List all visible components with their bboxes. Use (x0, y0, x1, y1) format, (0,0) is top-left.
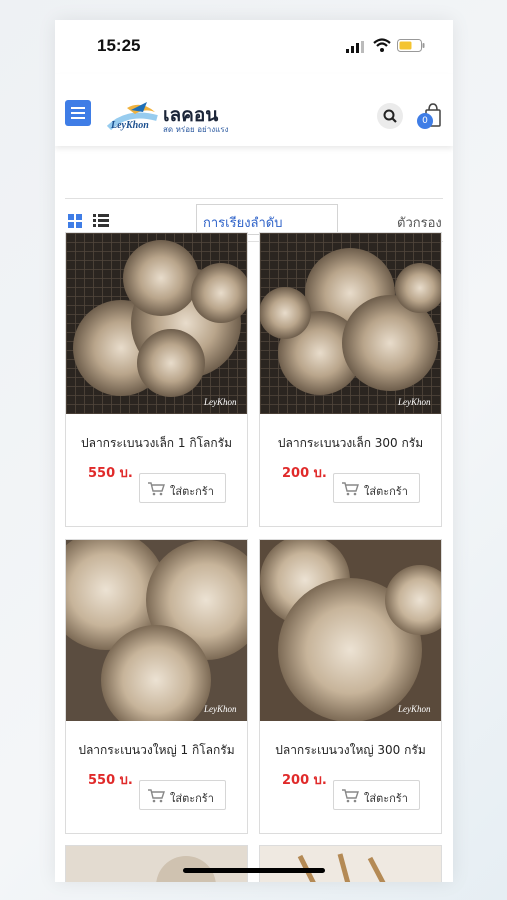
svg-text:LeyKhon: LeyKhon (397, 397, 431, 407)
filter-link[interactable]: ตัวกรอง (397, 212, 442, 233)
product-image[interactable] (66, 846, 247, 882)
product-price: 550 บ. (88, 466, 133, 481)
cart-count-badge[interactable]: 0 (417, 113, 433, 129)
wifi-icon (373, 38, 391, 52)
product-price: 200 บ. (282, 466, 327, 481)
product-card[interactable]: LeyKhon ปลากระเบนวงใหญ่ 1 กิโลกรัม 550 บ… (65, 539, 248, 834)
list-view-icon[interactable] (93, 213, 109, 227)
add-to-cart-button[interactable]: ใส่ตะกร้า (139, 473, 226, 503)
menu-button[interactable] (65, 100, 91, 126)
add-to-cart-button[interactable]: ใส่ตะกร้า (333, 473, 420, 503)
cart-icon (342, 789, 359, 803)
phone-screen: 15:25 LeyKhon เลคอน สด หร่อย อย่างแรง 0 … (55, 20, 453, 882)
status-time: 15:25 (97, 36, 141, 55)
product-image[interactable]: LeyKhon (66, 540, 247, 721)
product-card[interactable]: LeyKhon ปลากระเบนวงเล็ก 300 กรัม 200 บ. … (259, 232, 442, 527)
product-card[interactable]: LeyKhon ปลากระเบนวงเล็ก 1 กิโลกรัม 550 บ… (65, 232, 248, 527)
cart-icon (148, 789, 165, 803)
product-image[interactable] (260, 846, 441, 882)
product-name[interactable]: ปลากระเบนวงใหญ่ 1 กิโลกรัม (66, 741, 247, 760)
product-card[interactable] (259, 845, 442, 882)
grid-view-icon[interactable] (68, 214, 82, 228)
brand-tagline: สด หร่อย อย่างแรง (163, 125, 229, 134)
product-card[interactable] (65, 845, 248, 882)
add-to-cart-label: ใส่ตะกร้า (170, 485, 214, 498)
cellular-signal-icon (346, 41, 364, 53)
product-name[interactable]: ปลากระเบนวงเล็ก 1 กิโลกรัม (66, 434, 247, 453)
battery-icon (397, 39, 425, 52)
logo-text: LeyKhon (110, 120, 149, 131)
svg-text:LeyKhon: LeyKhon (203, 397, 237, 407)
product-image[interactable]: LeyKhon (260, 233, 441, 414)
search-icon (383, 109, 397, 123)
product-name[interactable]: ปลากระเบนวงเล็ก 300 กรัม (260, 434, 441, 453)
add-to-cart-button[interactable]: ใส่ตะกร้า (333, 780, 420, 810)
product-name[interactable]: ปลากระเบนวงใหญ่ 300 กรัม (260, 741, 441, 760)
status-bar: 15:25 (55, 20, 453, 70)
cart-icon (342, 482, 359, 496)
sort-dropdown[interactable]: การเรียงลำดับ (196, 204, 338, 235)
site-header: LeyKhon เลคอน สด หร่อย อย่างแรง 0 (55, 74, 453, 146)
product-image[interactable]: LeyKhon (66, 233, 247, 414)
home-indicator (183, 868, 325, 873)
product-price: 200 บ. (282, 773, 327, 788)
product-price: 550 บ. (88, 773, 133, 788)
svg-text:LeyKhon: LeyKhon (397, 704, 431, 714)
add-to-cart-label: ใส่ตะกร้า (364, 792, 408, 805)
svg-text:LeyKhon: LeyKhon (203, 704, 237, 714)
product-image[interactable]: LeyKhon (260, 540, 441, 721)
product-card[interactable]: LeyKhon ปลากระเบนวงใหญ่ 300 กรัม 200 บ. … (259, 539, 442, 834)
search-button[interactable] (377, 103, 403, 129)
add-to-cart-button[interactable]: ใส่ตะกร้า (139, 780, 226, 810)
add-to-cart-label: ใส่ตะกร้า (364, 485, 408, 498)
cart-icon (148, 482, 165, 496)
add-to-cart-label: ใส่ตะกร้า (170, 792, 214, 805)
